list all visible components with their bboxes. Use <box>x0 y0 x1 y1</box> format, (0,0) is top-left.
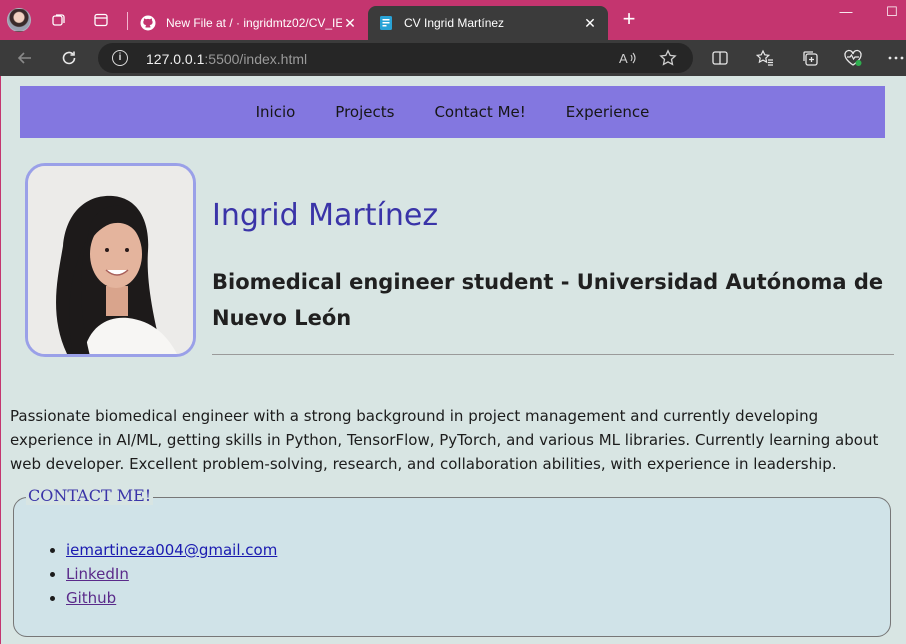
page-subtitle: Biomedical engineer student - Universida… <box>212 270 884 330</box>
contact-fieldset: CONTACT ME! iemartineza004@gmail.com Lin… <box>13 486 891 637</box>
page-title: Ingrid Martínez <box>212 198 439 233</box>
split-screen-icon[interactable] <box>710 48 730 68</box>
close-tab-icon[interactable]: ✕ <box>342 15 358 32</box>
browser-essentials-icon[interactable] <box>843 48 863 68</box>
nav-link-projects[interactable]: Projects <box>335 103 394 121</box>
site-navbar: Inicio Projects Contact Me! Experience <box>20 86 885 138</box>
github-link[interactable]: Github <box>66 589 116 607</box>
github-icon <box>140 15 156 31</box>
profile-avatar[interactable] <box>7 8 31 32</box>
site-info-icon[interactable]: i <box>112 50 128 66</box>
refresh-button[interactable] <box>57 46 81 70</box>
workspaces-icon[interactable] <box>47 8 71 32</box>
favorite-star-icon[interactable] <box>658 48 678 68</box>
email-link[interactable]: iemartineza004@gmail.com <box>66 541 277 559</box>
minimize-button[interactable]: — <box>836 4 856 24</box>
svg-text:A: A <box>619 51 628 66</box>
tab-github[interactable]: New File at / · ingridmtz02/CV_IE ✕ <box>130 6 368 40</box>
list-item: iemartineza004@gmail.com <box>66 538 277 562</box>
browser-toolbar: i 127.0.0.1:5500/index.html A <box>0 40 906 76</box>
tab-separator <box>127 12 128 30</box>
list-item: Github <box>66 586 277 610</box>
read-aloud-icon[interactable]: A <box>618 48 638 68</box>
contact-legend: CONTACT ME! <box>26 486 154 505</box>
bio-paragraph: Passionate biomedical engineer with a st… <box>10 407 879 473</box>
vscode-live-icon <box>378 15 394 31</box>
contact-list: iemartineza004@gmail.com LinkedIn Github <box>66 538 277 610</box>
url-text[interactable]: 127.0.0.1:5500/index.html <box>146 51 307 67</box>
tab-strip: New File at / · ingridmtz02/CV_IE ✕ CV I… <box>0 0 906 40</box>
close-tab-icon[interactable]: ✕ <box>582 15 598 32</box>
favorites-icon[interactable] <box>755 48 775 68</box>
tab-title: New File at / · ingridmtz02/CV_IE <box>166 16 342 30</box>
linkedin-link[interactable]: LinkedIn <box>66 565 129 583</box>
profile-photo <box>25 163 196 357</box>
nav-link-contact[interactable]: Contact Me! <box>434 103 525 121</box>
divider <box>212 354 894 355</box>
nav-link-experience[interactable]: Experience <box>566 103 650 121</box>
maximize-button[interactable]: ☐ <box>882 4 902 24</box>
list-item: LinkedIn <box>66 562 277 586</box>
back-button[interactable] <box>13 46 37 70</box>
nav-link-inicio[interactable]: Inicio <box>256 103 296 121</box>
new-tab-button[interactable]: + <box>617 8 641 32</box>
more-menu-icon[interactable] <box>886 48 906 68</box>
tab-actions-icon[interactable] <box>89 8 113 32</box>
page-viewport: Inicio Projects Contact Me! Experience I… <box>0 76 906 644</box>
address-bar[interactable]: i 127.0.0.1:5500/index.html A <box>98 43 693 73</box>
tab-title: CV Ingrid Martínez <box>404 16 505 30</box>
collections-icon[interactable] <box>800 48 820 68</box>
tab-cv[interactable]: CV Ingrid Martínez ✕ <box>368 6 608 40</box>
